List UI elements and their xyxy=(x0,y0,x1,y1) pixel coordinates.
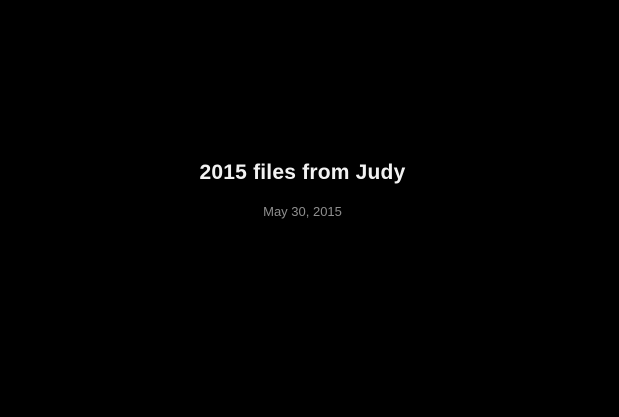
title-slide: 2015 files from Judy May 30, 2015 xyxy=(0,0,619,417)
slide-date: May 30, 2015 xyxy=(263,204,342,219)
slide-title: 2015 files from Judy xyxy=(199,161,406,184)
